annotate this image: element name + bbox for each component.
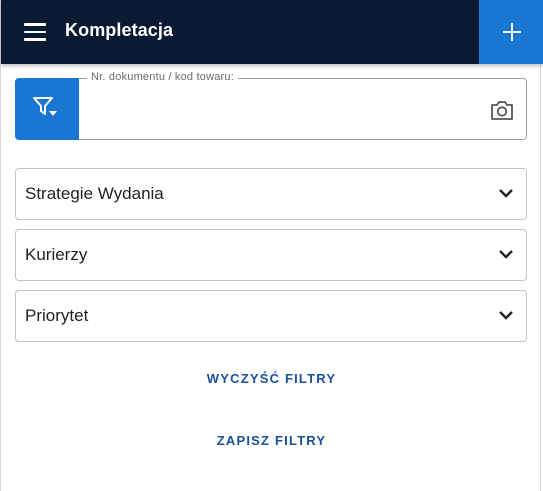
add-button[interactable] xyxy=(479,0,543,64)
chevron-down-icon xyxy=(499,311,513,320)
filter-button[interactable] xyxy=(15,78,79,140)
search-field: Nr. dokumentu / kod towaru: xyxy=(79,71,527,140)
camera-icon[interactable] xyxy=(490,99,514,121)
priority-select-label: Priorytet xyxy=(25,306,89,325)
chevron-down-icon xyxy=(499,189,513,198)
courier-select[interactable]: Kurierzy xyxy=(15,229,527,281)
filter-dropdown-icon xyxy=(33,97,57,116)
page-title: Kompletacja xyxy=(65,20,174,40)
strategy-select-label: Strategie Wydania xyxy=(25,184,164,203)
app-bar: Kompletacja xyxy=(1,0,543,64)
search-bar: Nr. dokumentu / kod towaru: xyxy=(15,71,527,140)
chevron-down-icon xyxy=(499,250,513,259)
hamburger-menu-icon[interactable] xyxy=(15,18,55,46)
clear-filters-button[interactable]: WYCZYŚĆ FILTRY xyxy=(1,371,542,386)
save-filters-button[interactable]: ZAPISZ FILTRY xyxy=(1,433,542,448)
strategy-select[interactable]: Strategie Wydania xyxy=(15,168,527,220)
courier-select-label: Kurierzy xyxy=(25,245,88,264)
priority-select[interactable]: Priorytet xyxy=(15,290,527,342)
search-input[interactable] xyxy=(91,101,475,127)
search-field-label: Nr. dokumentu / kod towaru: xyxy=(87,71,238,83)
app-frame: Kompletacja Nr. dokumentu / kod towaru: … xyxy=(0,0,543,491)
